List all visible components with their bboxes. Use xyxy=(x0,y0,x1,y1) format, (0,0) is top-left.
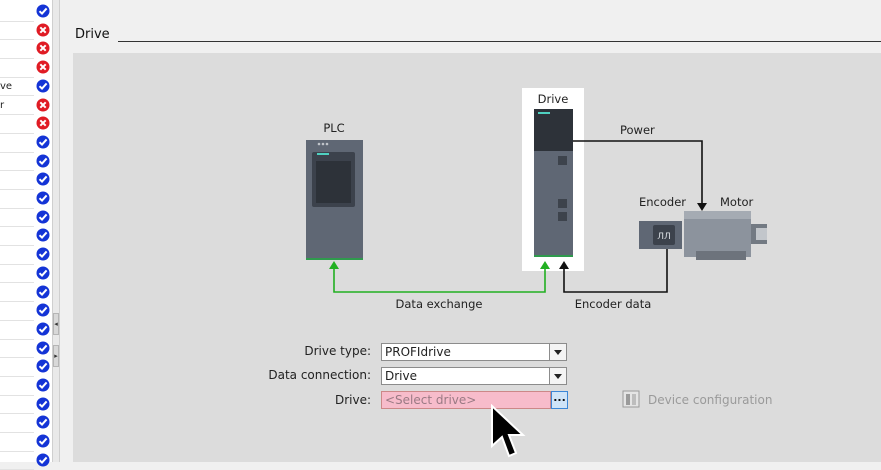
check-icon xyxy=(36,172,50,186)
check-icon xyxy=(36,228,50,242)
motor-label: Motor xyxy=(720,195,754,209)
check-icon xyxy=(36,378,50,392)
check-icon xyxy=(36,266,50,280)
check-icon xyxy=(36,154,50,168)
encoder-data-label: Encoder data xyxy=(575,297,652,311)
tree-item[interactable] xyxy=(0,209,34,228)
tree-item[interactable] xyxy=(0,190,34,209)
tree-item[interactable] xyxy=(0,358,34,377)
check-icon xyxy=(36,210,50,224)
check-icon xyxy=(36,397,50,411)
data-connection-value: Drive xyxy=(385,369,417,383)
check-icon xyxy=(36,322,50,336)
tree-item[interactable] xyxy=(0,22,34,41)
encoder-device[interactable]: ЛЛ xyxy=(639,221,682,249)
data-exchange-arrow-left xyxy=(329,261,339,269)
tree-item[interactable] xyxy=(0,153,34,172)
drive-type-select[interactable]: PROFIdrive xyxy=(381,343,567,361)
check-icon xyxy=(36,434,50,448)
device-configuration-link[interactable]: Device configuration xyxy=(648,393,772,407)
check-icon xyxy=(36,135,50,149)
status-column xyxy=(34,0,52,467)
tree-item[interactable] xyxy=(0,134,34,153)
panel-splitter[interactable]: ◂ ▸ xyxy=(52,0,60,462)
drive-type-label: Drive type: xyxy=(304,344,371,358)
chevron-down-icon[interactable] xyxy=(549,344,566,360)
plc-device[interactable] xyxy=(306,140,363,260)
main-editor: Drive PLC Drive Power Encoder Motor ЛЛ D… xyxy=(60,0,881,462)
check-icon xyxy=(36,415,50,429)
drive-label: Drive xyxy=(538,92,569,106)
chevron-down-icon[interactable] xyxy=(549,368,566,384)
data-exchange-label: Data exchange xyxy=(396,297,483,311)
data-exchange-line xyxy=(333,267,546,293)
encoder-label: Encoder xyxy=(639,195,686,209)
drive-field-label: Drive: xyxy=(334,393,371,407)
check-icon xyxy=(36,285,50,298)
check-icon xyxy=(36,453,50,467)
error-icon xyxy=(36,116,50,130)
motor-device[interactable] xyxy=(684,211,767,260)
tree-item[interactable] xyxy=(0,171,34,190)
device-configuration-icon[interactable] xyxy=(622,390,640,408)
tree-item[interactable] xyxy=(0,396,34,415)
tree-item[interactable] xyxy=(0,265,34,284)
check-icon xyxy=(36,247,50,261)
expand-right-button[interactable]: ▸ xyxy=(53,345,59,367)
tree-item[interactable] xyxy=(0,246,34,265)
error-icon xyxy=(36,60,50,74)
tree-item[interactable] xyxy=(0,59,34,78)
drive-type-value: PROFIdrive xyxy=(385,345,451,359)
tree-item[interactable] xyxy=(0,115,34,134)
data-connection-label: Data connection: xyxy=(268,368,371,382)
check-icon xyxy=(36,4,50,18)
data-connection-select[interactable]: Drive xyxy=(381,367,567,385)
tree-item[interactable] xyxy=(0,321,34,340)
mouse-pointer-icon xyxy=(491,404,526,458)
tree-item[interactable]: ve xyxy=(0,78,34,97)
tree-item[interactable] xyxy=(0,452,34,470)
error-icon xyxy=(36,41,50,55)
section-divider xyxy=(118,41,881,42)
check-icon xyxy=(36,359,50,373)
section-title: Drive xyxy=(75,27,110,42)
encoder-symbol: ЛЛ xyxy=(657,232,671,242)
tree-item[interactable]: r xyxy=(0,97,34,116)
tree-item[interactable] xyxy=(0,433,34,452)
tree-item[interactable] xyxy=(0,284,34,303)
project-tree: ve r xyxy=(0,0,34,470)
check-icon xyxy=(36,303,50,317)
tree-item[interactable] xyxy=(0,3,34,22)
collapse-left-button[interactable]: ◂ xyxy=(53,313,59,335)
tree-item[interactable] xyxy=(0,40,34,60)
tree-item[interactable] xyxy=(0,414,34,434)
plc-label: PLC xyxy=(323,121,344,135)
tree-item[interactable] xyxy=(0,377,34,396)
check-icon xyxy=(36,341,50,355)
check-icon xyxy=(36,191,50,205)
tree-item[interactable] xyxy=(0,302,34,321)
browse-drive-button[interactable]: ... xyxy=(551,391,568,409)
drive-device[interactable] xyxy=(534,109,573,257)
drive-config-panel: PLC Drive Power Encoder Motor ЛЛ Data ex… xyxy=(73,53,881,462)
error-icon xyxy=(36,98,50,111)
error-icon xyxy=(36,23,50,37)
check-icon xyxy=(36,79,50,93)
tree-item[interactable] xyxy=(0,340,34,359)
power-label: Power xyxy=(620,123,655,137)
tree-item[interactable] xyxy=(0,227,34,247)
power-arrow xyxy=(697,203,707,211)
